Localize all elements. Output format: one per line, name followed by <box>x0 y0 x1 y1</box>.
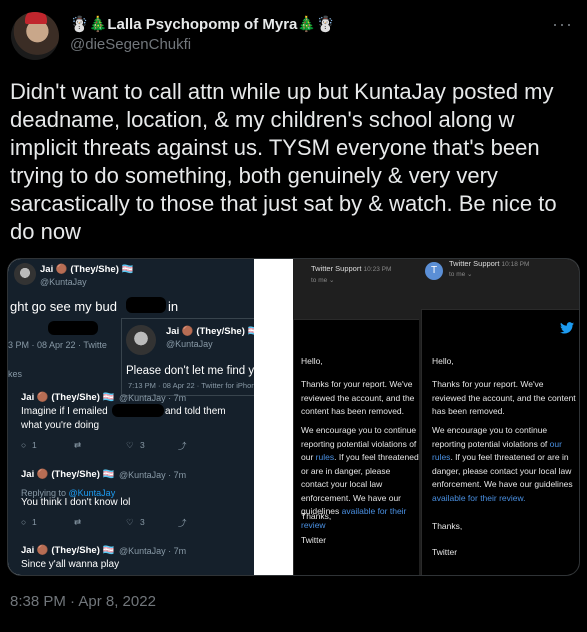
email-closing: Thanks, <box>432 521 463 531</box>
tweet-meta: 3 PM · 08 Apr 22 · Twitte <box>8 340 107 350</box>
reply-text-line2: what you're doing <box>21 420 100 431</box>
reply-text-tail: and told them <box>165 406 226 417</box>
email-closing: Thanks, <box>301 511 332 521</box>
email-body-2: Hello, Thanks for your report. We've rev… <box>421 309 579 575</box>
avatar <box>126 325 156 355</box>
santa-hat-icon <box>25 12 47 24</box>
reply-icon[interactable]: ○ <box>21 440 26 450</box>
tweet-text: Didn't want to call attn while up but Ku… <box>10 79 557 244</box>
tweet-timestamp[interactable]: 8:38 PM · Apr 8, 2022 <box>10 593 156 610</box>
reply-meta: @KuntaJay · 7m <box>119 470 187 480</box>
redaction <box>126 297 166 313</box>
screenshot-left[interactable]: Jai 🟤 (They/She) 🏳️‍⚧️ @KuntaJay ght go … <box>8 259 254 575</box>
twitter-bird-icon <box>560 322 574 334</box>
sender-avatar: T <box>425 262 443 280</box>
email-greeting: Hello, <box>432 356 454 366</box>
reply-meta: @KuntaJay · 7m <box>119 393 187 403</box>
likes-fragment: kes <box>8 369 23 379</box>
email-sender: Twitter Support 10:18 PM <box>449 259 530 268</box>
email-signature: Twitter <box>301 535 327 545</box>
reply-icon[interactable]: ○ <box>21 517 26 527</box>
share-icon[interactable]: ⤴ <box>178 517 187 529</box>
tweet-fragment-tail: in <box>168 299 179 314</box>
email-paragraph: Thanks for your report. We've reviewed t… <box>432 379 576 416</box>
display-name[interactable]: ☃️🎄Lalla Psychopomp of Myra🎄☃️ <box>70 15 335 33</box>
tweet-fragment: ght go see my bud <box>10 299 117 314</box>
like-icon[interactable]: ♡ <box>126 517 134 528</box>
tweet-media[interactable]: Jai 🟤 (They/She) 🏳️‍⚧️ @KuntaJay ght go … <box>7 258 580 576</box>
email-paragraph: We encourage you to continue reporting p… <box>432 425 573 503</box>
retweet-icon[interactable]: ⇄ <box>74 440 81 451</box>
author-name: Jai 🟤 (They/She) 🏳️‍⚧️ <box>21 469 115 480</box>
redaction <box>112 404 164 417</box>
like-count: 3 <box>140 440 145 450</box>
overlay-text: Please don't let me find you 😂 <box>126 365 254 377</box>
email-sender: Twitter Support 10:23 PM <box>311 264 392 273</box>
reply-count: 1 <box>32 440 37 450</box>
user-handle[interactable]: @dieSegenChukfi <box>70 36 191 53</box>
email-signature: Twitter <box>432 547 458 557</box>
quoted-tweet-overlay[interactable]: Jai 🟤 (They/She) 🏳️‍⚧️ @KuntaJay Please … <box>121 318 254 396</box>
like-icon[interactable]: ♡ <box>126 440 134 451</box>
reply-count: 1 <box>32 517 37 527</box>
avatar[interactable] <box>11 12 59 60</box>
author-handle: @KuntaJay <box>40 277 87 287</box>
avatar <box>14 263 36 285</box>
retweet-icon[interactable]: ⇄ <box>74 517 81 528</box>
like-count: 3 <box>140 517 145 527</box>
author-name: Jai 🟤 (They/She) 🏳️‍⚧️ <box>21 392 115 403</box>
reply-meta: @KuntaJay · 7m <box>119 546 187 556</box>
reply-text: You think I don't know lol <box>21 497 131 508</box>
overlay-meta: 7:13 PM · 08 Apr 22 · Twitter for iPhone <box>128 381 254 390</box>
redaction <box>48 321 98 335</box>
share-icon[interactable]: ⤴ <box>178 440 187 452</box>
review-link[interactable]: available for their review. <box>432 493 526 503</box>
reply-text: Imagine if I emailed <box>21 406 108 417</box>
tweet-header: ☃️🎄Lalla Psychopomp of Myra🎄☃️ @dieSegen… <box>0 0 587 72</box>
email-recipient: to me ⌄ <box>449 271 473 278</box>
email-recipient: to me ⌄ <box>311 277 335 284</box>
author-name: Jai 🟤 (They/She) 🏳️‍⚧️ <box>40 264 134 275</box>
reply-text: Since y'all wanna play <box>21 559 120 570</box>
more-icon[interactable]: ··· <box>552 14 573 35</box>
author-name: Jai 🟤 (They/She) 🏳️‍⚧️ <box>166 326 254 337</box>
rules-link[interactable]: rules <box>316 452 334 462</box>
author-handle: @KuntaJay <box>166 339 213 349</box>
email-card-2[interactable]: T Twitter Support 10:18 PM to me ⌄ Hello… <box>419 259 579 575</box>
email-body-1: Hello, Thanks for your report. We've rev… <box>293 319 421 575</box>
email-paragraph: Thanks for your report. We've reviewed t… <box>301 379 415 416</box>
email-greeting: Hello, <box>301 356 323 366</box>
screenshot-right[interactable]: Twitter Support 10:23 PM to me ⌄ Hello, … <box>293 259 579 575</box>
author-name: Jai 🟤 (They/She) 🏳️‍⚧️ <box>21 545 115 556</box>
